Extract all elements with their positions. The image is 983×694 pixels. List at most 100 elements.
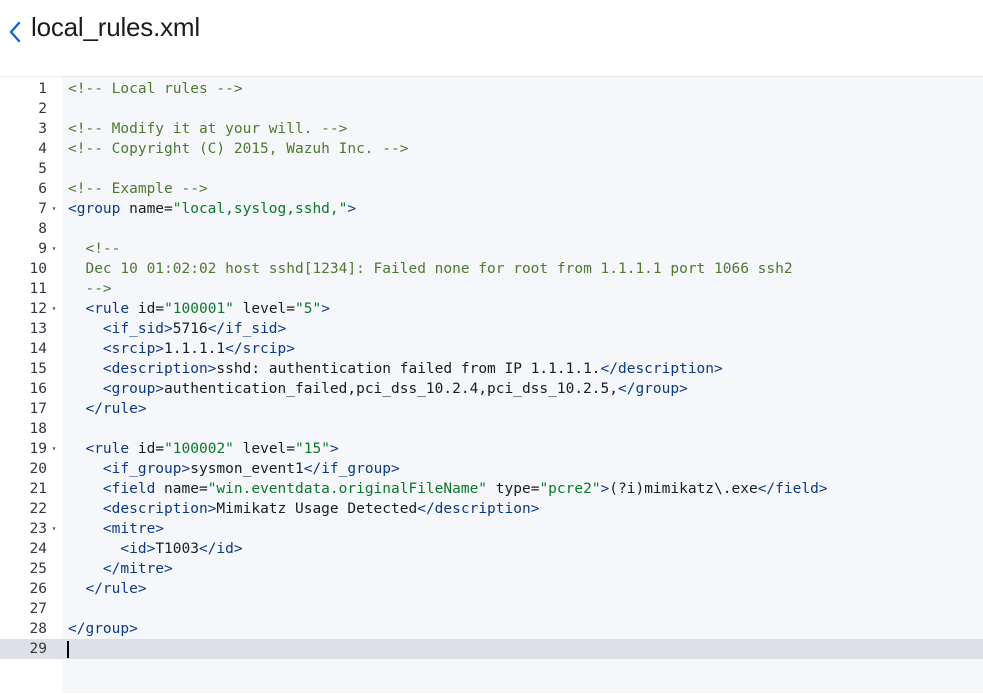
code-line[interactable]: 6 <!-- Example --> [0, 179, 983, 199]
line-number: 27 [29, 601, 47, 617]
code-token: --> [85, 281, 112, 297]
fold-toggle-icon[interactable]: ▾ [49, 299, 59, 319]
fold-toggle-icon[interactable]: ▾ [49, 439, 59, 459]
code-line[interactable]: 15 <description>sshd: authentication fai… [0, 359, 983, 379]
code-text: <field name="win.eventdata.originalFileN… [68, 479, 828, 499]
code-text: </rule> [68, 399, 146, 419]
line-number: 13 [29, 321, 47, 337]
code-text: --> [68, 279, 112, 299]
code-token: </field> [757, 481, 828, 497]
code-line[interactable]: 26 </rule> [0, 579, 983, 599]
code-token: type= [487, 481, 540, 497]
code-token: <description> [102, 361, 217, 377]
code-token: id= [137, 441, 165, 457]
code-text: <rule id="100002" level="15"> [68, 439, 338, 459]
line-number: 1 [38, 81, 47, 97]
code-text: <srcip>1.1.1.1</srcip> [68, 339, 295, 359]
code-text: <group>authentication_failed,pci_dss_10.… [68, 379, 688, 399]
code-line[interactable]: 9 ▾ <!-- [0, 239, 983, 259]
code-token: <id> [120, 541, 156, 557]
code-token: <if_sid> [102, 321, 173, 337]
fold-toggle-icon[interactable]: ▾ [49, 239, 59, 259]
code-token: "100001" [164, 301, 234, 317]
code-token: sshd: authentication failed from IP 1.1.… [216, 361, 601, 377]
code-line[interactable]: 27 [0, 599, 983, 619]
code-line[interactable]: 28 </group> [0, 619, 983, 639]
code-token: </group> [68, 621, 138, 637]
code-token: id= [137, 301, 165, 317]
code-line[interactable]: 21 <field name="win.eventdata.originalFi… [0, 479, 983, 499]
code-line[interactable]: 18 [0, 419, 983, 439]
code-text: <description>Mimikatz Usage Detected</de… [68, 499, 540, 519]
chevron-left-icon [9, 21, 21, 43]
code-line[interactable]: 19 ▾ <rule id="100002" level="15"> [0, 439, 983, 459]
code-line[interactable]: 2 [0, 99, 983, 119]
code-line[interactable]: 24 <id>T1003</id> [0, 539, 983, 559]
fold-toggle-icon[interactable]: ▾ [49, 519, 59, 539]
code-text: <!-- [68, 239, 120, 259]
code-token: name= [129, 201, 173, 217]
code-line[interactable]: 23 ▾ <mitre> [0, 519, 983, 539]
code-token: <!-- Copyright (C) 2015, Wazuh Inc. --> [68, 141, 409, 157]
code-text: </mitre> [68, 559, 173, 579]
code-token: "local,syslog,sshd," [172, 201, 348, 217]
line-number: 3 [38, 121, 47, 137]
code-token: "win.eventdata.originalFileName" [207, 481, 488, 497]
back-button[interactable] [4, 18, 26, 46]
fold-toggle-icon[interactable]: ▾ [49, 199, 59, 219]
code-text: <if_sid>5716</if_sid> [68, 319, 286, 339]
line-number: 20 [29, 461, 47, 477]
code-token: </description> [417, 501, 540, 517]
line-number: 15 [29, 361, 47, 377]
code-line[interactable]: 3 <!-- Modify it at your will. --> [0, 119, 983, 139]
code-line[interactable]: 1 <!-- Local rules --> [0, 79, 983, 99]
code-editor[interactable]: 1 <!-- Local rules --> 2 3 <!-- Modify it at… [0, 76, 983, 694]
code-token: <if_group> [102, 461, 191, 477]
code-line[interactable]: 4 <!-- Copyright (C) 2015, Wazuh Inc. --> [0, 139, 983, 159]
code-token: </group> [617, 381, 688, 397]
line-number: 4 [38, 141, 47, 157]
code-token: </rule> [85, 581, 147, 597]
line-number: 18 [29, 421, 47, 437]
code-token: </id> [198, 541, 243, 557]
editor-header: local_rules.xml [0, 0, 983, 76]
line-number: 16 [29, 381, 47, 397]
code-lines: 1 <!-- Local rules --> 2 3 <!-- Modify it at… [0, 79, 983, 659]
code-line[interactable]: 10 Dec 10 01:02:02 host sshd[1234]: Fail… [0, 259, 983, 279]
line-number: 26 [29, 581, 47, 597]
code-line[interactable]: 22 <description>Mimikatz Usage Detected<… [0, 499, 983, 519]
code-line[interactable]: 8 [0, 219, 983, 239]
code-text: <if_group>sysmon_event1</if_group> [68, 459, 400, 479]
code-token: <!-- Local rules --> [68, 81, 243, 97]
line-number: 2 [38, 101, 47, 117]
code-token: 5716 [172, 321, 208, 337]
line-number: 21 [29, 481, 47, 497]
line-number: 9 [38, 241, 47, 257]
code-token: (?i)mimikatz\.exe [609, 481, 758, 497]
code-token: authentication_failed,pci_dss_10.2.4,pci… [164, 381, 618, 397]
text-cursor [67, 641, 69, 658]
code-line[interactable]: 16 <group>authentication_failed,pci_dss_… [0, 379, 983, 399]
code-token: <group [68, 201, 130, 217]
code-text: Dec 10 01:02:02 host sshd[1234]: Failed … [68, 259, 792, 279]
code-line[interactable]: 13 <if_sid>5716</if_sid> [0, 319, 983, 339]
code-text: <id>T1003</id> [68, 539, 243, 559]
line-number: 8 [38, 221, 47, 237]
code-token: Mimikatz Usage Detected [216, 501, 418, 517]
code-line[interactable]: 14 <srcip>1.1.1.1</srcip> [0, 339, 983, 359]
code-line[interactable]: 25 </mitre> [0, 559, 983, 579]
code-line[interactable]: 29 [0, 639, 983, 659]
code-line[interactable]: 11 --> [0, 279, 983, 299]
code-text: <description>sshd: authentication failed… [68, 359, 723, 379]
code-line[interactable]: 20 <if_group>sysmon_event1</if_group> [0, 459, 983, 479]
code-token: level= [233, 301, 296, 317]
line-number: 24 [29, 541, 47, 557]
code-line[interactable]: 17 </rule> [0, 399, 983, 419]
code-line[interactable]: 5 [0, 159, 983, 179]
line-number: 29 [29, 641, 47, 657]
file-title: local_rules.xml [31, 12, 200, 42]
code-line[interactable]: 12 ▾ <rule id="100001" level="5"> [0, 299, 983, 319]
code-line[interactable]: 7 ▾ <group name="local,syslog,sshd,"> [0, 199, 983, 219]
code-token: </description> [600, 361, 723, 377]
code-token: <!-- Modify it at your will. --> [68, 121, 348, 137]
